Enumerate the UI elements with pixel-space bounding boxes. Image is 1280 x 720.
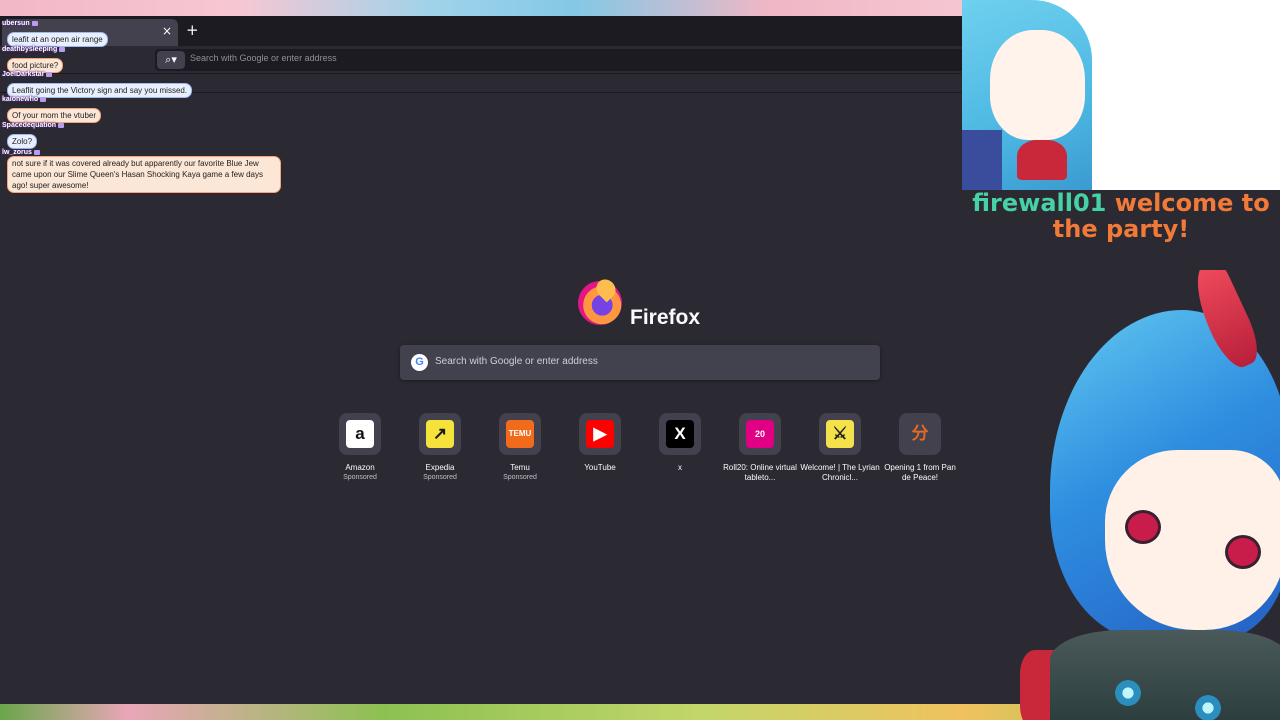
- avatar-bow: [1017, 140, 1067, 180]
- chat-bubble: leafit at an open air range: [7, 32, 108, 47]
- avatar-gem: [1115, 680, 1141, 706]
- avatar-armor: [1050, 630, 1280, 720]
- top-site-icon: 20: [746, 420, 774, 448]
- top-site-tile[interactable]: 分 Opening 1 from Pan de Peace!: [880, 413, 960, 483]
- top-site-icon: X: [666, 420, 694, 448]
- top-site-icon: 分: [906, 420, 934, 448]
- chat-bubble: Zolo?: [7, 134, 38, 149]
- chat-badge-icon: [40, 96, 47, 102]
- search-engine-button[interactable]: ⌕▾: [157, 51, 185, 69]
- chat-badge-icon: [58, 122, 65, 128]
- webcam-avatar-panel: [962, 0, 1280, 190]
- chat-message: deathbysleeping food picture?: [2, 46, 66, 73]
- vtuber-avatar: [1010, 270, 1280, 720]
- welcome-username: firewall01: [972, 189, 1107, 217]
- avatar-jacket: [962, 130, 1002, 190]
- chat-username: lw_zorus: [2, 149, 281, 156]
- address-bar-placeholder: Search with Google or enter address: [190, 53, 337, 63]
- avatar-eye: [1225, 535, 1261, 569]
- top-site-icon-frame: ⚔: [819, 413, 861, 455]
- top-site-tile[interactable]: TEMU Temu Sponsored: [480, 413, 560, 483]
- top-site-tile[interactable]: Xx: [640, 413, 720, 473]
- google-icon: G: [411, 354, 428, 371]
- top-site-tile[interactable]: ▶ YouTube: [560, 413, 640, 473]
- avatar-face: [990, 30, 1085, 140]
- top-site-tile[interactable]: a Amazon Sponsored: [320, 413, 400, 483]
- chat-username: deathbysleeping: [2, 46, 66, 53]
- chat-username: ubersun: [2, 20, 108, 27]
- chat-bubble: Of your mom the vtuber: [7, 108, 102, 123]
- top-site-icon: ▶: [586, 420, 614, 448]
- chat-badge-icon: [59, 46, 66, 52]
- top-site-tile[interactable]: ↗ Expedia Sponsored: [400, 413, 480, 483]
- top-site-tile[interactable]: 20 Roll20: Online virtual tableto...: [720, 413, 800, 483]
- chat-username: Spacedequation: [2, 122, 65, 129]
- chat-message: Spacedequation Zolo?: [2, 122, 65, 149]
- top-site-sponsored-label: Sponsored: [503, 474, 537, 481]
- top-site-title: Welcome! | The Lyrian Chronicl...: [800, 463, 880, 482]
- top-site-title: YouTube: [584, 463, 616, 472]
- chat-message: kaionewho Of your mom the vtuber: [2, 96, 102, 123]
- top-site-icon: ⚔: [826, 420, 854, 448]
- chat-badge-icon: [33, 149, 40, 155]
- chat-bubble: not sure if it was covered already but a…: [7, 156, 281, 193]
- top-site-icon-frame: 分: [899, 413, 941, 455]
- top-site-title: x: [678, 463, 682, 472]
- top-site-icon-frame: ↗: [419, 413, 461, 455]
- top-site-sponsored-label: Sponsored: [343, 474, 377, 481]
- chat-message: JoelDarkstar Leaflit going the Victory si…: [2, 71, 193, 98]
- top-site-icon: a: [346, 420, 374, 448]
- top-site-title: Temu: [510, 463, 530, 472]
- tab-bar: × +: [0, 16, 962, 46]
- top-site-icon: ↗: [426, 420, 454, 448]
- top-site-title: Expedia: [425, 463, 455, 472]
- chat-badge-icon: [31, 20, 38, 26]
- top-site-icon-frame: ▶: [579, 413, 621, 455]
- avatar-gem: [1195, 695, 1221, 720]
- chat-username: kaionewho: [2, 96, 101, 103]
- chat-message: lw_zorus not sure if it was covered alrea…: [2, 149, 281, 193]
- chat-badge-icon: [46, 71, 53, 77]
- address-bar[interactable]: ⌕▾ Search with Google or enter address: [155, 49, 962, 71]
- top-site-title: Roll20: Online virtual tableto...: [723, 463, 797, 482]
- top-site-title: Opening 1 from Pan de Peace!: [884, 463, 956, 482]
- top-site-icon-frame: X: [659, 413, 701, 455]
- top-site-sponsored-label: Sponsored: [423, 474, 457, 481]
- top-site-icon-frame: a: [339, 413, 381, 455]
- firefox-wordmark: Firefox: [630, 306, 701, 329]
- search-placeholder: Search with Google or enter address: [435, 356, 598, 367]
- top-site-icon-frame: TEMU: [499, 413, 541, 455]
- close-tab-button[interactable]: ×: [162, 24, 172, 38]
- newtab-search-input[interactable]: G Search with Google or enter address: [400, 345, 880, 380]
- welcome-banner: firewall01 welcome to the party!: [962, 190, 1280, 242]
- top-site-icon: TEMU: [506, 420, 534, 448]
- new-tab-button[interactable]: +: [186, 21, 199, 39]
- search-icon: ⌕▾: [165, 53, 177, 66]
- top-site-icon-frame: 20: [739, 413, 781, 455]
- avatar-eye: [1125, 510, 1161, 544]
- stream-top-background: [0, 0, 962, 16]
- chat-username: JoelDarkstar: [2, 71, 192, 78]
- nav-bar: ⌕▾ Search with Google or enter address: [0, 46, 962, 74]
- top-site-tile[interactable]: ⚔ Welcome! | The Lyrian Chronicl...: [800, 413, 880, 483]
- top-site-title: Amazon: [345, 463, 375, 472]
- chat-message: ubersun leafit at an open air range: [2, 20, 108, 47]
